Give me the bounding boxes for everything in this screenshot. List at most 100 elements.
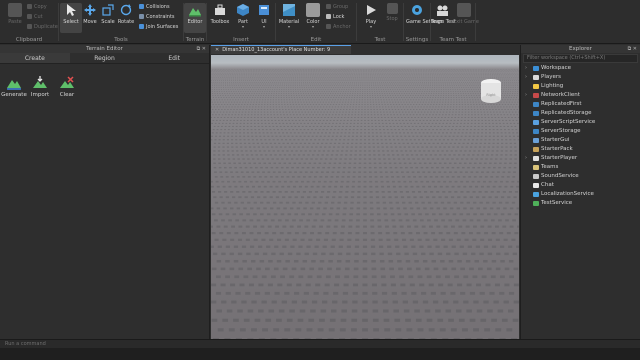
terrain-editor-button[interactable]: Editor xyxy=(184,3,206,33)
baseplate-stud xyxy=(231,85,233,87)
part-button[interactable]: Part ▾ xyxy=(232,3,254,33)
baseplate-stud xyxy=(337,93,339,94)
baseplate-stud xyxy=(281,106,283,108)
stop-button[interactable]: Stop xyxy=(381,3,403,33)
baseplate-stud xyxy=(359,146,362,148)
baseplate-stud xyxy=(306,97,309,98)
generate-button[interactable]: Generate xyxy=(1,76,27,98)
baseplate-stud xyxy=(457,89,459,90)
anchor-button[interactable]: Anchor xyxy=(326,24,351,32)
baseplate-stud xyxy=(343,83,345,85)
baseplate-stud xyxy=(359,139,362,141)
3d-viewport[interactable]: Right xyxy=(211,55,519,339)
baseplate-stud xyxy=(231,87,233,88)
baseplate-stud xyxy=(421,122,423,124)
baseplate-stud xyxy=(341,89,343,90)
lock-button[interactable]: Lock xyxy=(326,14,344,22)
panel-undock-icon[interactable]: ⧉ ✕ xyxy=(197,45,206,53)
baseplate-stud xyxy=(463,125,465,127)
baseplate-stud xyxy=(225,97,228,98)
duplicate-button[interactable]: Duplicate xyxy=(27,24,58,32)
baseplate-stud xyxy=(432,97,434,98)
baseplate-stud xyxy=(239,101,241,103)
baseplate-stud xyxy=(327,93,329,94)
baseplate-stud xyxy=(477,111,479,113)
group-button[interactable]: Group xyxy=(326,4,348,12)
baseplate-stud xyxy=(396,106,399,108)
team-test-button[interactable]: Team Test xyxy=(431,3,456,33)
baseplate-stud xyxy=(350,91,352,92)
tab-edit[interactable]: Edit xyxy=(139,53,209,63)
baseplate-stud xyxy=(227,129,230,131)
baseplate-stud xyxy=(406,89,408,90)
import-button[interactable]: Import xyxy=(27,76,53,98)
color-button[interactable]: Color ▾ xyxy=(302,3,324,33)
baseplate-stud xyxy=(324,117,326,118)
baseplate-stud xyxy=(496,135,499,137)
baseplate-stud xyxy=(290,87,292,88)
baseplate-stud xyxy=(427,171,431,173)
tab-region[interactable]: Region xyxy=(70,53,140,63)
baseplate-stud xyxy=(259,91,261,92)
game-settings-button[interactable]: Game Settings xyxy=(406,3,443,33)
baseplate-stud xyxy=(242,191,246,193)
baseplate-stud xyxy=(458,142,461,144)
baseplate-stud xyxy=(395,91,397,92)
baseplate-stud xyxy=(492,122,494,124)
clear-button[interactable]: Clear xyxy=(54,76,80,98)
baseplate-stud xyxy=(440,95,442,96)
material-button[interactable]: Material ▾ xyxy=(278,3,300,33)
play-button[interactable]: Play ▾ xyxy=(360,3,382,33)
baseplate-stud xyxy=(489,111,492,113)
paste-button[interactable]: Paste xyxy=(4,3,26,33)
baseplate-stud xyxy=(364,82,366,83)
copy-button[interactable]: Copy xyxy=(27,4,47,12)
ui-button[interactable]: UI ▾ xyxy=(253,3,275,33)
baseplate-stud xyxy=(394,95,397,96)
close-tab-icon[interactable]: ✕ xyxy=(215,46,219,54)
rotate-tool-button[interactable]: Rotate xyxy=(115,3,137,33)
baseplate-stud xyxy=(422,119,425,121)
baseplate-stud xyxy=(213,106,216,108)
baseplate-stud xyxy=(474,122,477,124)
baseplate-stud xyxy=(280,93,282,94)
baseplate-stud xyxy=(410,99,412,101)
baseplate-stud xyxy=(488,106,490,108)
baseplate-stud xyxy=(425,154,428,156)
constraints-toggle[interactable]: Constraints xyxy=(139,14,175,22)
baseplate-stud xyxy=(319,87,321,88)
baseplate-stud xyxy=(247,91,249,92)
baseplate-stud xyxy=(343,97,345,98)
document-tab[interactable]: ✕ Diman31010_13account's Place Number: 9 xyxy=(211,45,351,54)
baseplate-stud xyxy=(270,85,272,87)
baseplate-stud xyxy=(216,83,218,85)
baseplate-stud xyxy=(315,146,318,148)
baseplate-stud xyxy=(233,117,236,118)
baseplate-stud xyxy=(342,142,345,144)
baseplate-stud xyxy=(215,132,218,134)
rotate-label: Rotate xyxy=(117,19,135,25)
baseplate-stud xyxy=(350,150,353,152)
cut-button[interactable]: Cut xyxy=(27,14,43,22)
baseplate-stud xyxy=(443,171,447,173)
join-surfaces-toggle[interactable]: Join Surfaces xyxy=(139,24,178,32)
baseplate-stud xyxy=(472,99,474,101)
collisions-toggle[interactable]: Collisions xyxy=(139,4,170,12)
exit-game-button[interactable]: Exit Game xyxy=(453,3,479,33)
baseplate-stud xyxy=(432,82,434,83)
baseplate-stud xyxy=(290,93,292,94)
baseplate-stud xyxy=(461,109,464,110)
baseplate-stud xyxy=(508,87,510,88)
baseplate-stud xyxy=(438,93,440,94)
baseplate-stud xyxy=(435,176,439,178)
color-dropdown-icon: ▾ xyxy=(311,24,314,29)
toolbox-button[interactable]: Toolbox xyxy=(209,3,231,33)
baseplate-stud xyxy=(348,166,351,169)
baseplate-stud xyxy=(329,85,331,87)
baseplate-stud xyxy=(370,104,372,105)
baseplate-stud xyxy=(278,119,280,121)
baseplate-stud xyxy=(233,97,235,98)
baseplate-stud xyxy=(482,150,485,152)
tab-create[interactable]: Create xyxy=(0,53,70,63)
baseplate-stud xyxy=(513,114,515,116)
